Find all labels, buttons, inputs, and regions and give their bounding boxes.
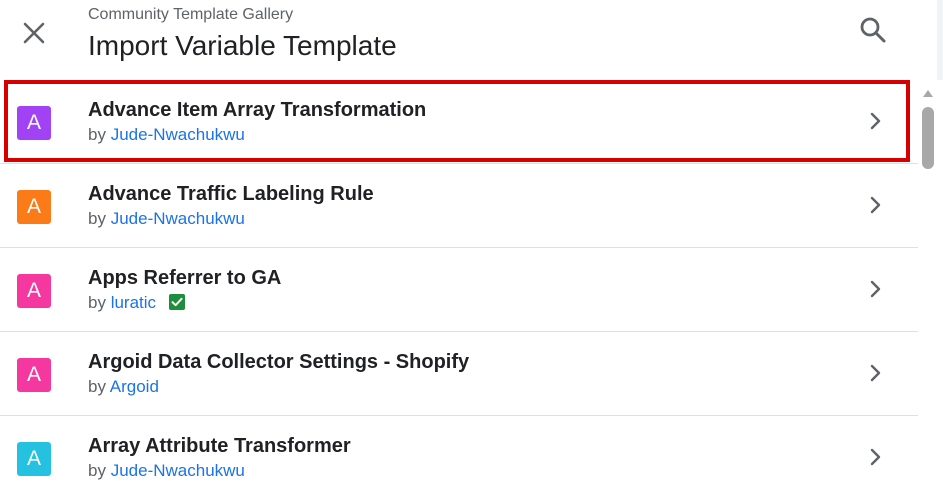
template-row[interactable]: A Array Attribute Transformer by Jude-Nw… xyxy=(0,416,918,500)
template-byline: by Jude-Nwachukwu xyxy=(88,461,245,481)
close-button[interactable] xyxy=(18,17,50,49)
by-label: by xyxy=(88,461,106,480)
window-edge xyxy=(937,0,943,80)
chevron-right-icon xyxy=(870,448,881,466)
template-byline: by Jude-Nwachukwu xyxy=(88,209,245,229)
template-name: Array Attribute Transformer xyxy=(88,435,351,457)
dialog-header: Community Template Gallery Import Variab… xyxy=(0,0,943,80)
template-row[interactable]: A Argoid Data Collector Settings - Shopi… xyxy=(0,332,918,416)
gallery-subtitle: Community Template Gallery xyxy=(88,6,294,23)
chevron-right-icon xyxy=(870,280,881,298)
template-row[interactable]: A Apps Referrer to GA by luratic xyxy=(0,248,918,332)
by-label: by xyxy=(88,377,106,396)
template-avatar: A xyxy=(17,106,51,140)
by-label: by xyxy=(88,125,106,144)
search-icon xyxy=(860,17,886,43)
template-byline: by luratic xyxy=(88,293,185,313)
template-avatar: A xyxy=(17,442,51,476)
chevron-right-icon xyxy=(870,364,881,382)
scrollbar-thumb[interactable] xyxy=(922,107,934,169)
template-name: Apps Referrer to GA xyxy=(88,267,282,289)
author-link[interactable]: luratic xyxy=(111,293,156,312)
template-row[interactable]: A Advance Traffic Labeling Rule by Jude-… xyxy=(0,164,918,248)
author-link[interactable]: Jude-Nwachukwu xyxy=(111,209,245,228)
template-name: Advance Traffic Labeling Rule xyxy=(88,183,374,205)
search-button[interactable] xyxy=(856,14,890,48)
template-avatar: A xyxy=(17,358,51,392)
template-byline: by Jude-Nwachukwu xyxy=(88,125,245,145)
verified-badge-icon xyxy=(168,294,185,310)
template-avatar: A xyxy=(17,274,51,308)
template-list: A Advance Item Array Transformation by J… xyxy=(0,80,918,500)
by-label: by xyxy=(88,293,106,312)
scroll-up-arrow-icon[interactable] xyxy=(922,88,934,98)
template-byline: by Argoid xyxy=(88,377,159,397)
page-title: Import Variable Template xyxy=(88,30,397,61)
chevron-right-icon xyxy=(870,112,881,130)
template-name: Argoid Data Collector Settings - Shopify xyxy=(88,351,470,373)
author-link[interactable]: Jude-Nwachukwu xyxy=(111,461,245,480)
author-link[interactable]: Jude-Nwachukwu xyxy=(111,125,245,144)
template-row[interactable]: A Advance Item Array Transformation by J… xyxy=(0,80,918,164)
chevron-right-icon xyxy=(870,196,881,214)
template-avatar: A xyxy=(17,190,51,224)
by-label: by xyxy=(88,209,106,228)
close-icon xyxy=(23,22,45,44)
author-link[interactable]: Argoid xyxy=(110,377,159,396)
template-name: Advance Item Array Transformation xyxy=(88,99,427,121)
